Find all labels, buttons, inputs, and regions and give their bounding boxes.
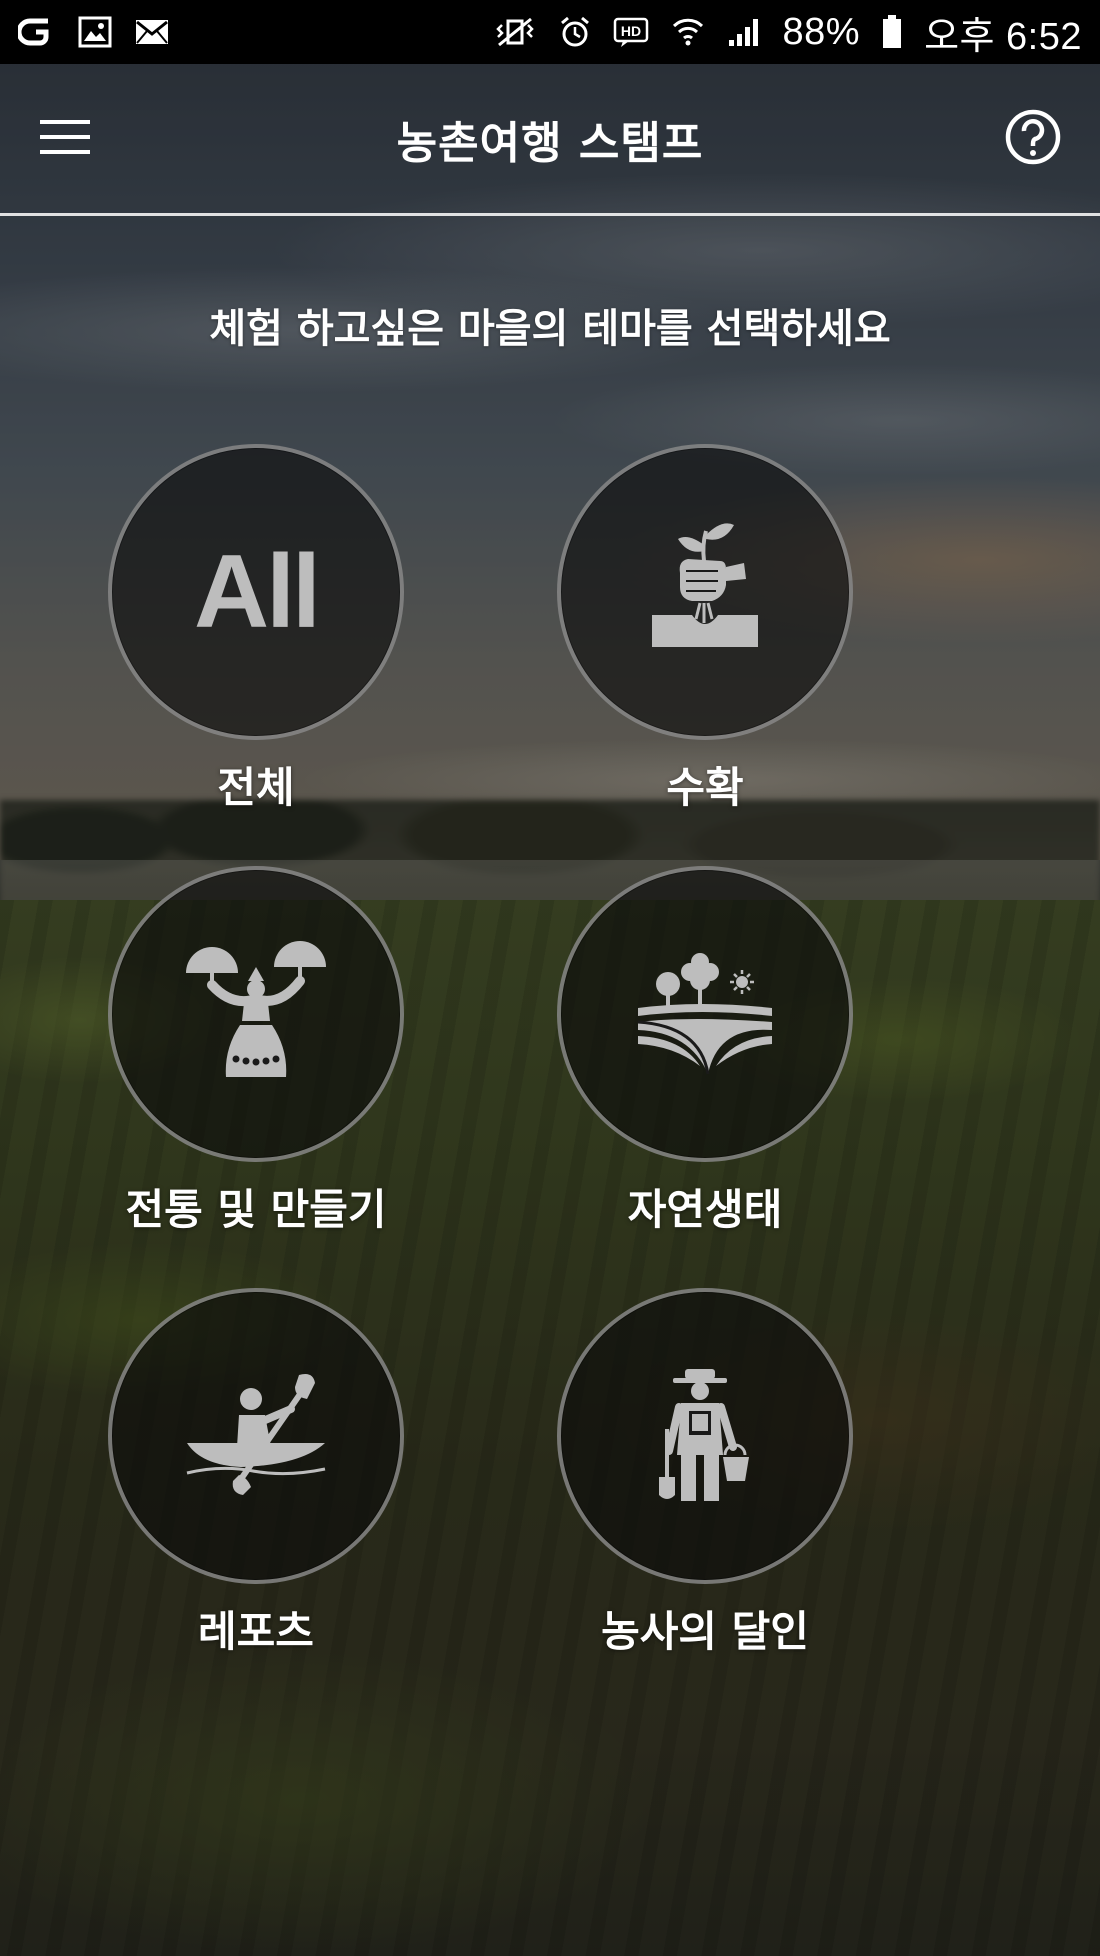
theme-circle — [557, 444, 853, 740]
traditional-dance-icon — [176, 937, 336, 1091]
all-icon: All — [194, 533, 321, 650]
theme-label: 전체 — [217, 763, 295, 812]
theme-tradition-button[interactable]: 전통 및 만들기 — [106, 866, 406, 1276]
farmer-icon — [645, 1359, 765, 1513]
plant-harvest-icon — [640, 515, 770, 669]
theme-nature-button[interactable]: 자연생태 — [555, 866, 855, 1276]
theme-label: 수확 — [666, 763, 744, 812]
theme-farmer-button[interactable]: 농사의 달인 — [555, 1288, 855, 1698]
theme-label: 자연생태 — [627, 1185, 783, 1234]
theme-circle: All — [108, 444, 404, 740]
theme-label: 농사의 달인 — [601, 1607, 809, 1656]
theme-circle — [557, 1288, 853, 1584]
theme-harvest-button[interactable]: 수확 — [555, 444, 855, 854]
theme-leisure-button[interactable]: 레포츠 — [106, 1288, 406, 1698]
nature-field-icon — [630, 942, 780, 1086]
theme-all-button[interactable]: All 전체 — [106, 444, 406, 854]
theme-circle — [108, 1288, 404, 1584]
kayak-icon — [181, 1369, 331, 1503]
theme-circle — [557, 866, 853, 1162]
theme-label: 전통 및 만들기 — [125, 1185, 387, 1234]
theme-circle — [108, 866, 404, 1162]
theme-grid: All 전체 수확 전통 및 만들기 자연생태 레포츠 농사의 달인 — [0, 0, 1100, 1956]
theme-label: 레포츠 — [198, 1607, 314, 1656]
